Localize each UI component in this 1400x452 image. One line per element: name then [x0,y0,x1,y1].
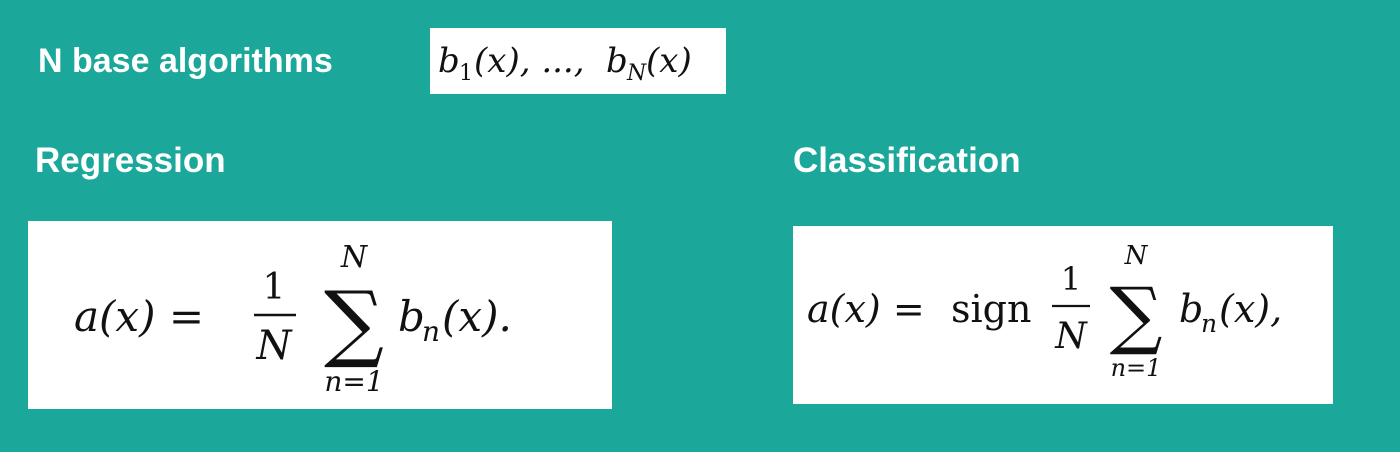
regression-label: Regression [35,141,226,180]
base-algorithms-formula: b 1 (x), ..., b N (x) [430,28,726,94]
regression-frac-num: 1 [263,267,286,308]
regression-sum-lower: n=1 [324,365,383,398]
classification-lhs: a(x) = [807,287,925,331]
regression-sum-upper: N [340,240,369,275]
classification-sum-symbol: ∑ [1110,272,1163,358]
classification-sign: sign [951,287,1031,331]
classification-sum-lower: n=1 [1111,354,1162,382]
classification-label: Classification [793,141,1021,180]
regression-term-arg: (x). [442,292,512,341]
base-arg-last: (x) [646,41,692,81]
regression-frac-den: N [256,323,294,369]
base-b1: b [438,41,460,81]
classification-frac-den: N [1054,316,1088,357]
base-formula-svg: b 1 (x), ..., b N (x) [438,41,692,86]
base-algorithms-label: N base algorithms [38,42,333,80]
regression-formula-svg: a(x) = 1 N N ∑ n=1 b n (x). [74,240,512,398]
classification-term-b: b [1179,287,1203,331]
classification-sum-upper: N [1124,241,1149,271]
regression-lhs: a(x) = [74,292,204,341]
base-arg-first: (x), ..., [474,41,585,81]
regression-term-sub: n [422,315,440,348]
base-bN: b [606,41,628,81]
regression-term-b: b [398,292,425,341]
regression-sum-symbol: ∑ [324,273,384,371]
regression-formula: a(x) = 1 N N ∑ n=1 b n (x). [28,221,612,409]
classification-term-sub: n [1201,309,1217,338]
classification-formula: a(x) = sign 1 N N ∑ n=1 b n (x), [793,226,1333,404]
classification-term-arg: (x), [1219,287,1282,331]
base-sub-last: N [626,61,647,86]
classification-frac-num: 1 [1061,260,1081,298]
base-sub-first: 1 [459,61,473,86]
classification-formula-svg: a(x) = sign 1 N N ∑ n=1 b n (x), [807,241,1282,382]
